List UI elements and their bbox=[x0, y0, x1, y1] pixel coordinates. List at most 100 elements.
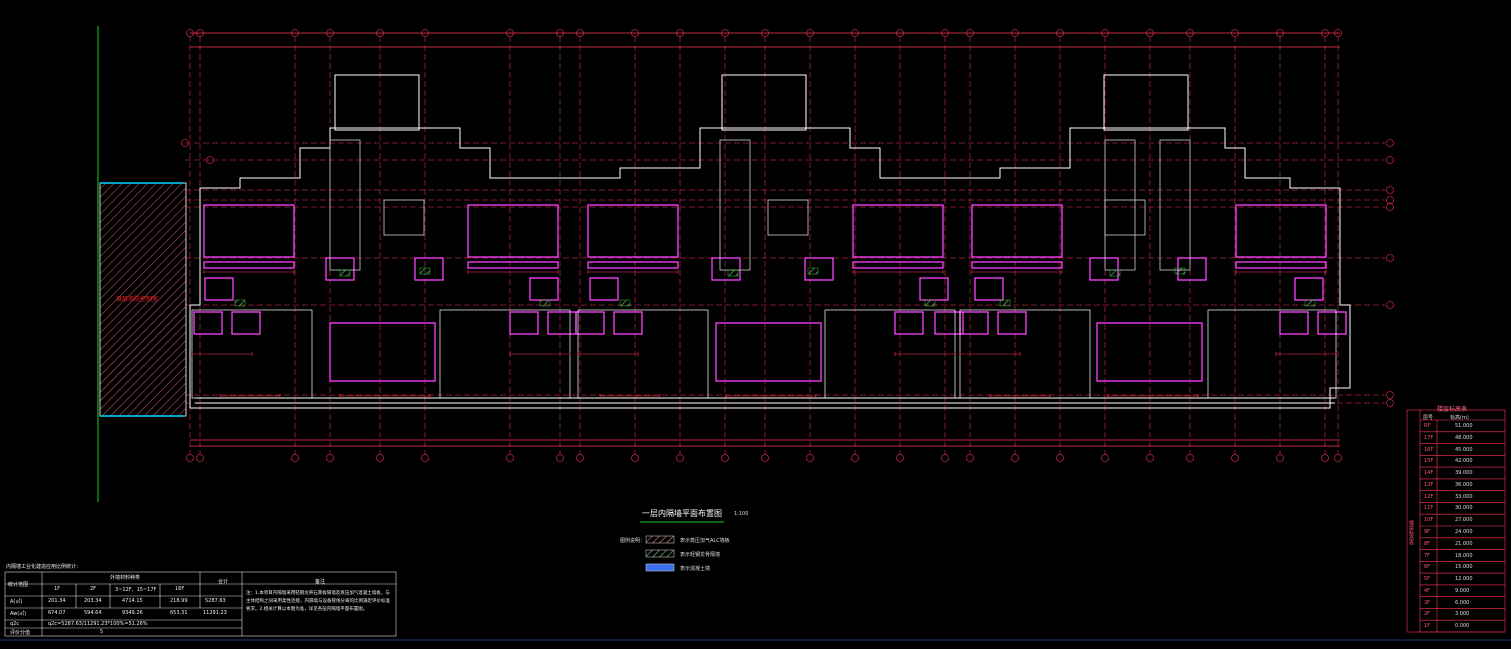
stats-header-16f: 16F bbox=[175, 586, 185, 592]
axis-bubble-bottom bbox=[806, 454, 814, 462]
stats-row-score-value: 5 bbox=[100, 629, 104, 635]
stats-table-note: 注：1.本项目内隔墙采用轻钢龙骨石膏板隔墙及蒸压加气混凝土墙板，与主体结构之间采… bbox=[246, 591, 390, 612]
elevation-height-cell: 12.000 bbox=[1455, 576, 1473, 583]
axis-bubble-right bbox=[1386, 186, 1394, 194]
elevation-height-cell: 33.000 bbox=[1455, 493, 1473, 500]
legend-label-alc: 表示蒸压加气ALC墙板 bbox=[680, 538, 730, 544]
grid-axis-bubbles bbox=[181, 29, 1394, 462]
stats-header-total: 合计 bbox=[218, 579, 229, 585]
stats-header-1f: 1F bbox=[54, 586, 61, 592]
elevation-floor-cell: 7F bbox=[1424, 552, 1431, 559]
elevation-height-cell: 30.000 bbox=[1455, 505, 1473, 512]
stats-row-q2c-label: q2c bbox=[10, 621, 20, 627]
axis-bubble-bottom bbox=[1321, 454, 1329, 462]
axis-bubble-bottom bbox=[761, 454, 769, 462]
legend-swatch-concrete bbox=[645, 563, 675, 572]
stats-table-caption: 内隔墙工业化建造应用比例统计： bbox=[6, 564, 82, 570]
axis-bubble-right bbox=[1386, 156, 1394, 164]
axis-bubble-bottom bbox=[186, 454, 194, 462]
elevation-side-label: 楼层标高表 bbox=[1408, 520, 1414, 545]
axis-bubble-bottom bbox=[941, 454, 949, 462]
stats-header-range: 统计范围 bbox=[8, 582, 29, 588]
elevation-height-cell: 39.000 bbox=[1455, 470, 1473, 477]
elevation-col-height: 标高(m) bbox=[1450, 415, 1469, 421]
axis-bubble-bottom bbox=[1146, 454, 1154, 462]
elevation-floor-cell: 17F bbox=[1424, 434, 1434, 441]
elevation-floor-cell: 9F bbox=[1424, 529, 1431, 535]
elevation-floor-cell: 2F bbox=[1424, 611, 1431, 618]
elevation-floor-cell: 12F bbox=[1424, 493, 1434, 500]
axis-bubble-bottom bbox=[896, 454, 904, 462]
axis-bubble-bottom bbox=[966, 454, 974, 462]
horizontal-grid-lines bbox=[185, 142, 1385, 404]
axis-bubble-bottom bbox=[721, 454, 729, 462]
axis-bubble-right bbox=[1386, 196, 1394, 204]
stats-row-aw-1f: 674.07 bbox=[48, 610, 66, 616]
elevation-height-cell: 27.000 bbox=[1455, 517, 1473, 524]
elevation-floor-cell: 5F bbox=[1424, 576, 1431, 583]
elevation-floor-cell: 1F bbox=[1424, 623, 1431, 630]
elevation-height-cell: 51.000 bbox=[1455, 423, 1473, 429]
stats-row-aw-label: Aw(㎡) bbox=[10, 611, 27, 617]
axis-bubble-bottom bbox=[1101, 454, 1109, 462]
axis-bubble-right bbox=[1386, 203, 1394, 211]
stats-row-a-3f: 4714.15 bbox=[122, 598, 143, 604]
elevation-height-cell: 42.000 bbox=[1455, 458, 1473, 465]
elevation-height-cell: 48.000 bbox=[1455, 434, 1473, 441]
axis-bubble-bottom bbox=[1056, 454, 1064, 462]
axis-bubble-bottom bbox=[291, 454, 299, 462]
axis-bubble-right bbox=[1386, 301, 1394, 309]
axis-bubble-bottom bbox=[676, 454, 684, 462]
axis-bubble-bottom bbox=[1276, 454, 1284, 462]
elevation-floor-cell: 3F bbox=[1424, 599, 1431, 606]
elevation-floor-cell: 8F bbox=[1424, 540, 1431, 547]
elevation-height-cell: 3.000 bbox=[1455, 611, 1470, 618]
axis-bubble-bottom bbox=[1011, 454, 1019, 462]
stats-header-3-17f: 3~12F、15~17F bbox=[115, 587, 157, 593]
legend-swatch-alc bbox=[645, 535, 675, 544]
axis-bubble-bottom bbox=[556, 454, 564, 462]
stats-header-note: 备注 bbox=[315, 579, 326, 585]
legend-label-steel: 表示轻钢龙骨隔墙 bbox=[680, 552, 721, 558]
cad-drawing-canvas[interactable] bbox=[0, 0, 1511, 649]
drawing-title: 一层内隔墙平面布置图 bbox=[642, 509, 722, 518]
axis-bubble-right bbox=[1386, 139, 1394, 147]
axis-bubble-bottom bbox=[326, 454, 334, 462]
drawing-scale: 1:100 bbox=[734, 511, 749, 517]
elevation-table-title: 楼层标高表 bbox=[1437, 406, 1468, 413]
axis-bubble-right bbox=[1386, 399, 1394, 407]
axis-bubble-bottom bbox=[421, 454, 429, 462]
legend-label-concrete: 表示混凝土墙 bbox=[680, 566, 711, 572]
stats-row-a-2f: 203.34 bbox=[84, 598, 102, 604]
stats-row-score-label: 评价分值 bbox=[10, 630, 31, 636]
elevation-height-cell: 21.000 bbox=[1455, 540, 1473, 547]
stats-row-a-16f: 218.99 bbox=[170, 598, 188, 604]
stats-row-aw-3f: 9349.26 bbox=[122, 610, 143, 616]
stats-row-aw-2f: 594.64 bbox=[84, 610, 102, 616]
elevation-col-floor: 层号 bbox=[1423, 415, 1434, 421]
elevation-height-cell: 45.000 bbox=[1455, 446, 1473, 453]
axis-bubble-bottom bbox=[631, 454, 639, 462]
stats-header-2f: 2F bbox=[90, 586, 97, 592]
legend-heading: 图例说明： bbox=[620, 538, 646, 544]
elevation-height-cell: 36.000 bbox=[1455, 481, 1473, 488]
elevation-floor-cell: 6F bbox=[1424, 564, 1431, 571]
stats-row-a-1f: 201.34 bbox=[48, 598, 66, 604]
partition-rooms bbox=[191, 204, 1347, 399]
axis-bubble-right bbox=[1386, 391, 1394, 399]
elevation-height-cell: 6.000 bbox=[1455, 599, 1470, 606]
building-outline bbox=[189, 74, 1351, 409]
axis-bubble-bottom bbox=[1186, 454, 1194, 462]
elevation-height-cell: 0.000 bbox=[1455, 623, 1470, 630]
stats-row-a-label: A(㎡) bbox=[10, 599, 23, 605]
vertical-grid-lines bbox=[189, 36, 1339, 455]
elevation-floor-cell: 16F bbox=[1424, 446, 1434, 453]
elevation-height-cell: 18.000 bbox=[1455, 552, 1473, 559]
axis-bubble-bottom bbox=[851, 454, 859, 462]
light-steel-partitions bbox=[234, 267, 1316, 307]
stats-row-aw-16f: 653.31 bbox=[170, 610, 188, 616]
stats-row-aw-total: 11291.23 bbox=[203, 610, 227, 616]
stats-row-q2c-formula: q2c=5287.63/11291.23*100%=51.26% bbox=[48, 621, 148, 627]
axis-bubble-bottom bbox=[576, 454, 584, 462]
axis-bubble-right bbox=[1386, 254, 1394, 262]
